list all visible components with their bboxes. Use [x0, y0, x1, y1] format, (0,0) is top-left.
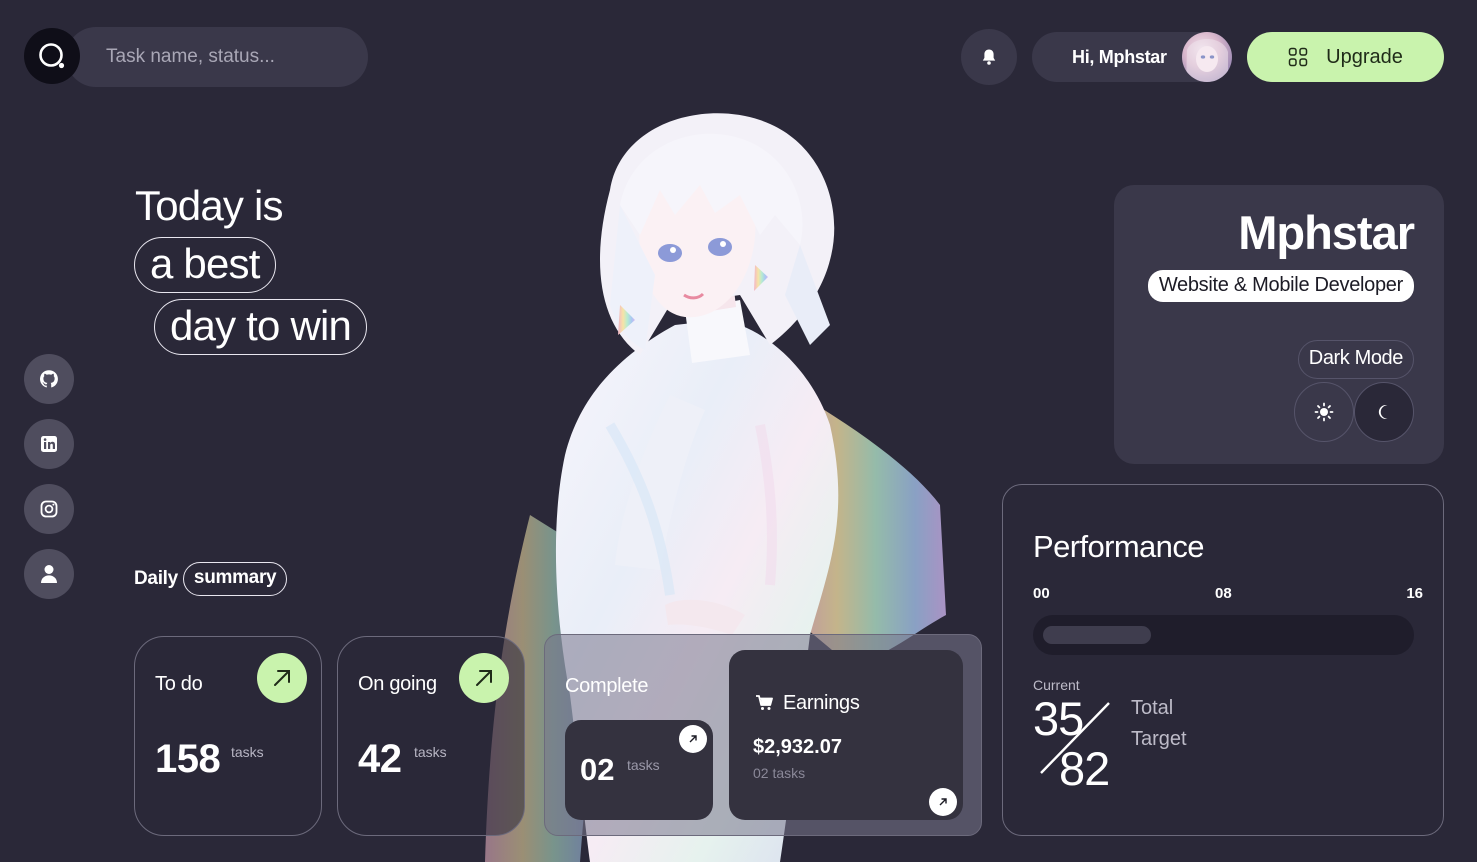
complete-unit: tasks [627, 757, 660, 773]
todo-open-button[interactable] [257, 653, 307, 703]
progress-tick-start: 00 [1033, 585, 1050, 602]
arrow-up-right-icon [939, 798, 947, 806]
avatar-image [1186, 39, 1228, 82]
earnings-box[interactable]: Earnings $2,932.07 02 tasks [729, 650, 963, 820]
linkedin-link[interactable] [24, 419, 74, 469]
upgrade-button[interactable]: Upgrade [1247, 32, 1444, 82]
performance-card: Performance 00 08 16 Current 35 82 Total… [1002, 484, 1444, 836]
complete-open-button[interactable] [679, 725, 707, 753]
ongoing-title: On going [358, 673, 437, 695]
arrow-up-right-icon [274, 670, 290, 686]
app-logo[interactable] [24, 28, 80, 84]
headline-pill-2: day to win [154, 299, 368, 355]
search-input[interactable] [106, 46, 336, 68]
performance-title: Performance [1033, 529, 1204, 564]
linkedin-icon [41, 436, 57, 452]
ongoing-count: 42 [358, 737, 402, 781]
notifications-button[interactable] [961, 29, 1017, 85]
github-link[interactable] [24, 354, 74, 404]
todo-unit: tasks [231, 744, 264, 760]
dark-mode-label: Dark Mode [1297, 340, 1414, 379]
arrow-up-right-icon [689, 735, 697, 743]
target-label: Target [1131, 728, 1187, 750]
complete-title: Complete [565, 675, 649, 697]
github-icon [40, 370, 58, 388]
summary-chip: summary [182, 562, 288, 596]
complete-count: 02 [580, 752, 615, 787]
earnings-title: Earnings [783, 692, 860, 714]
logo-icon [39, 43, 65, 69]
cart-icon [756, 695, 773, 710]
headline-line-3: day to win [154, 299, 368, 361]
todo-count: 158 [155, 737, 221, 781]
complete-tasks-box[interactable]: 02 tasks [565, 720, 713, 820]
total-label: Total [1131, 697, 1174, 719]
user-icon [41, 565, 57, 583]
headline-line-2: a best [134, 237, 276, 299]
avatar[interactable] [1182, 32, 1232, 82]
grid-icon [1288, 47, 1308, 67]
progress-tick-mid: 08 [1215, 585, 1232, 602]
progress-tick-end: 16 [1406, 585, 1423, 602]
target-value: 82 [1059, 742, 1110, 795]
upgrade-label: Upgrade [1326, 45, 1403, 68]
performance-progress-track [1033, 615, 1414, 655]
instagram-icon [40, 500, 58, 518]
profile-card: Mphstar Website & Mobile Developer Dark … [1114, 185, 1444, 464]
ongoing-unit: tasks [414, 744, 447, 760]
ongoing-open-button[interactable] [459, 653, 509, 703]
search-bar[interactable] [66, 27, 368, 87]
moon-icon [1378, 405, 1388, 419]
dark-mode-button[interactable] [1354, 382, 1414, 442]
headline-line-1: Today is [135, 182, 283, 229]
earnings-amount: $2,932.07 [753, 736, 842, 758]
profile-name: Mphstar [1238, 206, 1415, 259]
earnings-tasks: 02 tasks [753, 765, 806, 781]
performance-progress-fill [1043, 626, 1151, 644]
headline-pill-1: a best [134, 237, 276, 293]
bell-icon [982, 49, 996, 65]
profile-link[interactable] [24, 549, 74, 599]
daily-label: Daily [134, 568, 178, 589]
earnings-open-button[interactable] [929, 788, 957, 816]
todo-title: To do [155, 673, 203, 695]
complete-card: Complete 02 tasks Earnings $2,932.07 02 … [544, 634, 982, 836]
instagram-link[interactable] [24, 484, 74, 534]
arrow-up-right-icon [476, 670, 492, 686]
light-mode-button[interactable] [1294, 382, 1354, 442]
todo-card[interactable]: To do 158 tasks [134, 636, 322, 836]
profile-role-badge: Website & Mobile Developer [1147, 270, 1414, 302]
sun-icon [1314, 402, 1334, 422]
daily-summary-heading: Daily summary [134, 562, 288, 596]
ongoing-card[interactable]: On going 42 tasks [337, 636, 525, 836]
user-greeting: Hi, Mphstar [1072, 46, 1167, 67]
